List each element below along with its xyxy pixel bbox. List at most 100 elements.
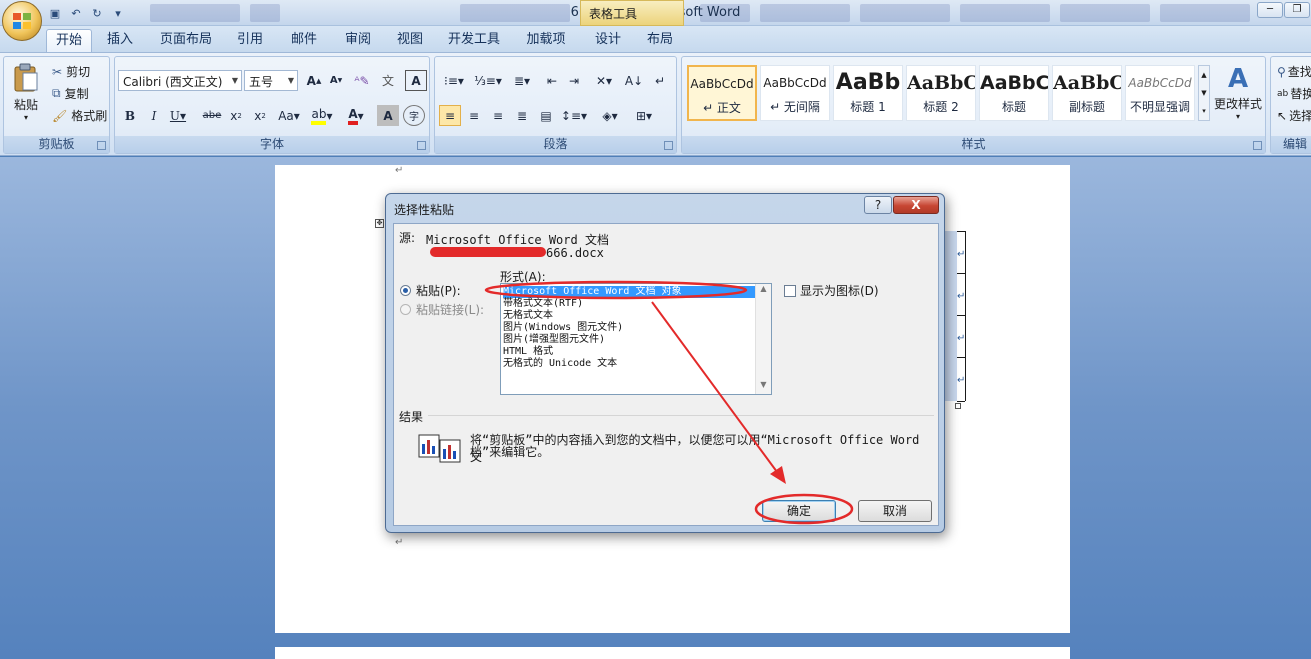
- table-move-handle-icon[interactable]: ✥: [375, 219, 384, 228]
- list-item[interactable]: 图片(Windows 图元文件): [503, 322, 623, 334]
- tab-home[interactable]: 开始: [46, 29, 92, 52]
- office-button[interactable]: [2, 1, 42, 41]
- show-marks-icon[interactable]: ↵: [649, 70, 671, 91]
- borders-icon[interactable]: ⊞▾: [629, 105, 659, 126]
- select-button[interactable]: ↖ 选择: [1277, 107, 1311, 124]
- phonetic-guide-icon[interactable]: 文: [377, 70, 399, 91]
- replace-button[interactable]: ab 替换: [1277, 85, 1311, 102]
- styles-scroll-arrows[interactable]: ▲ ▼ ▾: [1198, 65, 1210, 121]
- character-border-icon[interactable]: A: [405, 70, 427, 91]
- shading-icon[interactable]: ◈▾: [595, 105, 625, 126]
- tab-insert[interactable]: 插入: [100, 29, 140, 52]
- listbox-scrollbar[interactable]: ▲ ▼: [755, 284, 771, 394]
- paste-radio-label[interactable]: 粘贴(P):: [416, 282, 461, 299]
- style-heading-1[interactable]: AaBb 标题 1: [833, 65, 903, 121]
- scroll-up-icon[interactable]: ▲: [756, 284, 771, 296]
- tab-design[interactable]: 设计: [590, 29, 626, 52]
- grow-font-icon[interactable]: A ▲: [303, 70, 325, 91]
- decrease-indent-icon[interactable]: ⇤: [541, 70, 563, 91]
- distributed-icon[interactable]: ▤: [535, 105, 557, 126]
- change-case-icon[interactable]: Aa▾: [275, 105, 303, 126]
- dialog-launcher-icon[interactable]: [97, 141, 106, 150]
- tab-page-layout[interactable]: 页面布局: [155, 29, 217, 52]
- style-subtle-emphasis[interactable]: AaBbCcDd 不明显强调: [1125, 65, 1195, 121]
- style-subtitle[interactable]: AaBbC 副标题: [1052, 65, 1122, 121]
- help-button[interactable]: ?: [864, 196, 892, 214]
- tab-layout[interactable]: 布局: [640, 29, 680, 52]
- asian-layout-icon[interactable]: ✕▾: [589, 70, 619, 91]
- office-logo-icon: [13, 13, 31, 29]
- dropdown-arrow-icon[interactable]: ▼: [229, 71, 241, 90]
- tab-developer[interactable]: 开发工具: [442, 29, 506, 52]
- font-size-combo[interactable]: 五号 ▼: [244, 70, 298, 91]
- cut-button[interactable]: ✂ 剪切: [52, 63, 90, 80]
- close-button[interactable]: X: [893, 196, 939, 214]
- table-border: [957, 401, 965, 402]
- table-border: [957, 231, 965, 232]
- tab-mailings[interactable]: 邮件: [284, 29, 324, 52]
- list-item[interactable]: 带格式文本(RTF): [503, 298, 583, 310]
- numbering-icon[interactable]: ⅓≡▾: [473, 70, 503, 91]
- restore-button[interactable]: ❐: [1284, 2, 1310, 18]
- paste-link-radio-label[interactable]: 粘贴链接(L):: [416, 301, 484, 318]
- sort-icon[interactable]: A↓: [623, 70, 645, 91]
- list-item[interactable]: HTML 格式: [503, 346, 553, 358]
- style-title[interactable]: AaBbC 标题: [979, 65, 1049, 121]
- copy-button[interactable]: ⧉ 复制: [52, 85, 89, 102]
- change-styles-button[interactable]: A 更改样式 ▾: [1212, 63, 1264, 133]
- result-label: 结果: [399, 410, 424, 424]
- align-center-icon[interactable]: ≡: [463, 105, 485, 126]
- highlight-icon[interactable]: ab ▾: [307, 105, 337, 126]
- dialog-launcher-icon[interactable]: [1253, 141, 1262, 150]
- display-as-icon-checkbox[interactable]: [784, 285, 796, 297]
- cursor-icon: ↖: [1277, 108, 1288, 123]
- format-painter-button[interactable]: 🖌 格式刷: [52, 107, 107, 124]
- font-color-icon[interactable]: A ▾: [341, 105, 371, 126]
- bullets-icon[interactable]: ⁝≡▾: [439, 70, 469, 91]
- superscript-icon[interactable]: x2: [249, 105, 271, 126]
- align-right-icon[interactable]: ≡: [487, 105, 509, 126]
- style-normal[interactable]: AaBbCcDd ↵ 正文: [687, 65, 757, 121]
- tab-view[interactable]: 视图: [390, 29, 430, 52]
- italic-icon[interactable]: I: [143, 105, 165, 126]
- multilevel-list-icon[interactable]: ≣▾: [507, 70, 537, 91]
- style-no-spacing[interactable]: AaBbCcDd ↵ 无间隔: [760, 65, 830, 121]
- line-spacing-icon[interactable]: ↕≡▾: [559, 105, 589, 126]
- tab-addins[interactable]: 加载项: [520, 29, 572, 52]
- clipboard-icon: [14, 63, 38, 92]
- paste-radio[interactable]: [400, 285, 411, 296]
- bold-icon[interactable]: B: [119, 105, 141, 126]
- list-item[interactable]: Microsoft Office Word 文档 对象: [503, 286, 755, 298]
- align-left-icon[interactable]: ≡: [439, 105, 461, 126]
- table-resize-handle[interactable]: [955, 403, 961, 409]
- list-item[interactable]: 无格式的 Unicode 文本: [503, 358, 617, 370]
- ok-button[interactable]: 确定: [762, 500, 836, 522]
- list-item[interactable]: 无格式文本: [503, 310, 553, 322]
- style-heading-2[interactable]: AaBbC 标题 2: [906, 65, 976, 121]
- cancel-button[interactable]: 取消: [858, 500, 932, 522]
- shrink-font-icon[interactable]: A ▼: [325, 70, 347, 91]
- paste-button[interactable]: 粘贴 ▾: [8, 61, 44, 133]
- paste-link-radio[interactable]: [400, 304, 411, 315]
- strikethrough-icon[interactable]: abe: [201, 105, 223, 126]
- underline-icon[interactable]: U▾: [167, 105, 189, 126]
- tab-review[interactable]: 审阅: [338, 29, 378, 52]
- minimize-button[interactable]: ─: [1257, 2, 1283, 18]
- font-name-combo[interactable]: Calibri (西文正文) ▼: [118, 70, 242, 91]
- dialog-launcher-icon[interactable]: [664, 141, 673, 150]
- dropdown-arrow-icon[interactable]: ▼: [285, 71, 297, 90]
- find-button[interactable]: ⚲ 查找: [1277, 63, 1311, 80]
- tab-references[interactable]: 引用: [230, 29, 270, 52]
- display-as-icon-label[interactable]: 显示为图标(D): [800, 282, 879, 299]
- format-listbox[interactable]: Microsoft Office Word 文档 对象 带格式文本(RTF) 无…: [500, 283, 772, 395]
- scroll-down-icon[interactable]: ▼: [756, 380, 771, 392]
- list-item[interactable]: 图片(增强型图元文件): [503, 334, 605, 346]
- character-shading-icon[interactable]: A: [377, 105, 399, 126]
- justify-icon[interactable]: ≣: [511, 105, 533, 126]
- increase-indent-icon[interactable]: ⇥: [563, 70, 585, 91]
- dialog-launcher-icon[interactable]: [417, 141, 426, 150]
- source-path: 666.docx: [546, 246, 604, 260]
- clear-formatting-icon[interactable]: ᴬ✎: [351, 70, 373, 91]
- subscript-icon[interactable]: x2: [225, 105, 247, 126]
- enclose-characters-icon[interactable]: 字: [403, 105, 425, 126]
